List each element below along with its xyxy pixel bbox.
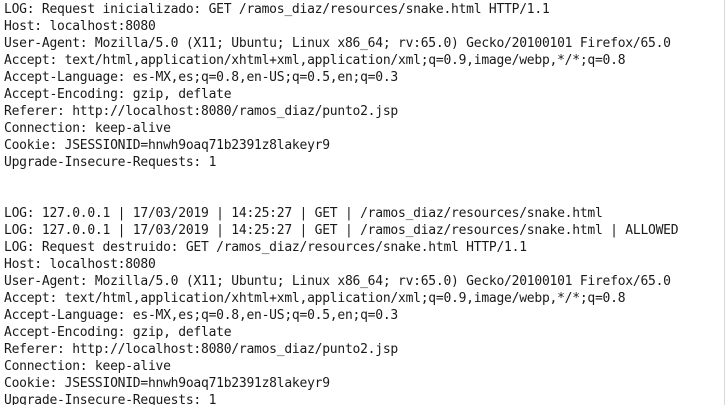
log-line: Connection: keep-alive [4, 359, 171, 374]
log-line: Accept-Language: es-MX,es;q=0.8,en-US;q=… [4, 308, 398, 323]
log-line: Accept: text/html,application/xhtml+xml,… [4, 291, 626, 306]
log-line: Referer: http://localhost:8080/ramos_dia… [4, 104, 398, 119]
log-line: Accept: text/html,application/xhtml+xml,… [4, 53, 626, 68]
log-line: User-Agent: Mozilla/5.0 (X11; Ubuntu; Li… [4, 274, 671, 289]
log-line: Upgrade-Insecure-Requests: 1 [4, 155, 217, 170]
log-line: LOG: 127.0.0.1 | 17/03/2019 | 14:25:27 |… [4, 206, 603, 221]
log-line: Cookie: JSESSIONID=hnwh9oaq71b2391z8lake… [4, 138, 330, 153]
log-line: Accept-Encoding: gzip, deflate [4, 87, 232, 102]
log-line: Connection: keep-alive [4, 121, 171, 136]
log-line: Accept-Encoding: gzip, deflate [4, 325, 232, 340]
log-line: Referer: http://localhost:8080/ramos_dia… [4, 342, 398, 357]
log-line: Cookie: JSESSIONID=hnwh9oaq71b2391z8lake… [4, 376, 330, 391]
log-line: Host: localhost:8080 [4, 257, 156, 272]
log-line: LOG: Request destruido: GET /ramos_diaz/… [4, 240, 527, 255]
log-line: User-Agent: Mozilla/5.0 (X11; Ubuntu; Li… [4, 36, 671, 51]
log-line: Upgrade-Insecure-Requests: 1 [4, 393, 217, 405]
log-console[interactable]: LOG: Request inicializado: GET /ramos_di… [0, 0, 725, 405]
log-line: LOG: 127.0.0.1 | 17/03/2019 | 14:25:27 |… [4, 223, 679, 238]
log-line: Host: localhost:8080 [4, 19, 156, 34]
log-line: LOG: Request inicializado: GET /ramos_di… [4, 2, 550, 17]
log-line: Accept-Language: es-MX,es;q=0.8,en-US;q=… [4, 70, 398, 85]
